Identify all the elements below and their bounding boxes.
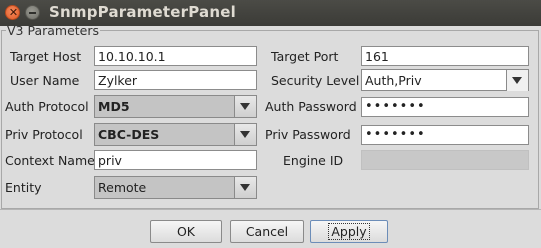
cancel-button-label: Cancel <box>245 224 289 239</box>
button-bar-separator <box>0 209 541 210</box>
engine-id-field <box>361 150 529 170</box>
auth-password-field[interactable]: ••••••• <box>361 97 529 117</box>
target-host-label: Target Host <box>10 49 82 64</box>
entity-combo[interactable]: Remote <box>94 176 257 199</box>
user-name-label: User Name <box>10 73 80 88</box>
priv-protocol-value: CBC-DES <box>98 127 160 142</box>
context-name-label: Context Name <box>5 153 95 168</box>
priv-password-label: Priv Password <box>265 127 351 142</box>
chevron-down-icon <box>512 77 522 84</box>
priv-protocol-label: Priv Protocol <box>5 127 83 142</box>
parameters-panel: V3 Parameters Target Host Target Port Us… <box>0 23 541 209</box>
context-name-field[interactable] <box>94 150 257 170</box>
close-window-button[interactable]: ✕ <box>5 5 20 20</box>
apply-button-label: Apply <box>328 223 370 240</box>
ok-button[interactable]: OK <box>150 220 222 243</box>
target-host-field[interactable] <box>94 46 257 66</box>
security-level-dropdown-button[interactable] <box>506 70 528 91</box>
auth-password-label: Auth Password <box>265 99 357 114</box>
chevron-down-icon <box>240 184 250 191</box>
chevron-down-icon <box>240 103 250 110</box>
auth-protocol-combo[interactable]: MD5 <box>94 95 257 118</box>
minimize-window-button[interactable] <box>25 5 40 20</box>
engine-id-label: Engine ID <box>283 153 344 168</box>
security-level-label: Security Level <box>271 73 360 88</box>
user-name-field[interactable] <box>94 70 257 90</box>
security-level-combo[interactable]: Auth,Priv <box>361 69 529 91</box>
window-title: SnmpParameterPanel <box>49 3 236 21</box>
chevron-down-icon <box>240 131 250 138</box>
auth-protocol-value: MD5 <box>98 99 130 114</box>
entity-dropdown-button[interactable] <box>234 177 256 198</box>
group-legend: V3 Parameters <box>7 23 100 38</box>
apply-button[interactable]: Apply <box>310 220 388 243</box>
auth-protocol-dropdown-button[interactable] <box>234 96 256 117</box>
priv-password-field[interactable]: ••••••• <box>361 125 529 145</box>
entity-value: Remote <box>98 180 147 195</box>
priv-protocol-combo[interactable]: CBC-DES <box>94 123 257 146</box>
entity-label: Entity <box>5 180 42 195</box>
close-icon: ✕ <box>8 6 19 19</box>
ok-button-label: OK <box>176 224 196 239</box>
security-level-value: Auth,Priv <box>365 73 422 88</box>
priv-protocol-dropdown-button[interactable] <box>234 124 256 145</box>
cancel-button[interactable]: Cancel <box>230 220 304 243</box>
target-port-field[interactable] <box>361 46 529 66</box>
target-port-label: Target Port <box>271 49 339 64</box>
auth-protocol-label: Auth Protocol <box>5 99 89 114</box>
minimize-icon <box>29 12 36 14</box>
